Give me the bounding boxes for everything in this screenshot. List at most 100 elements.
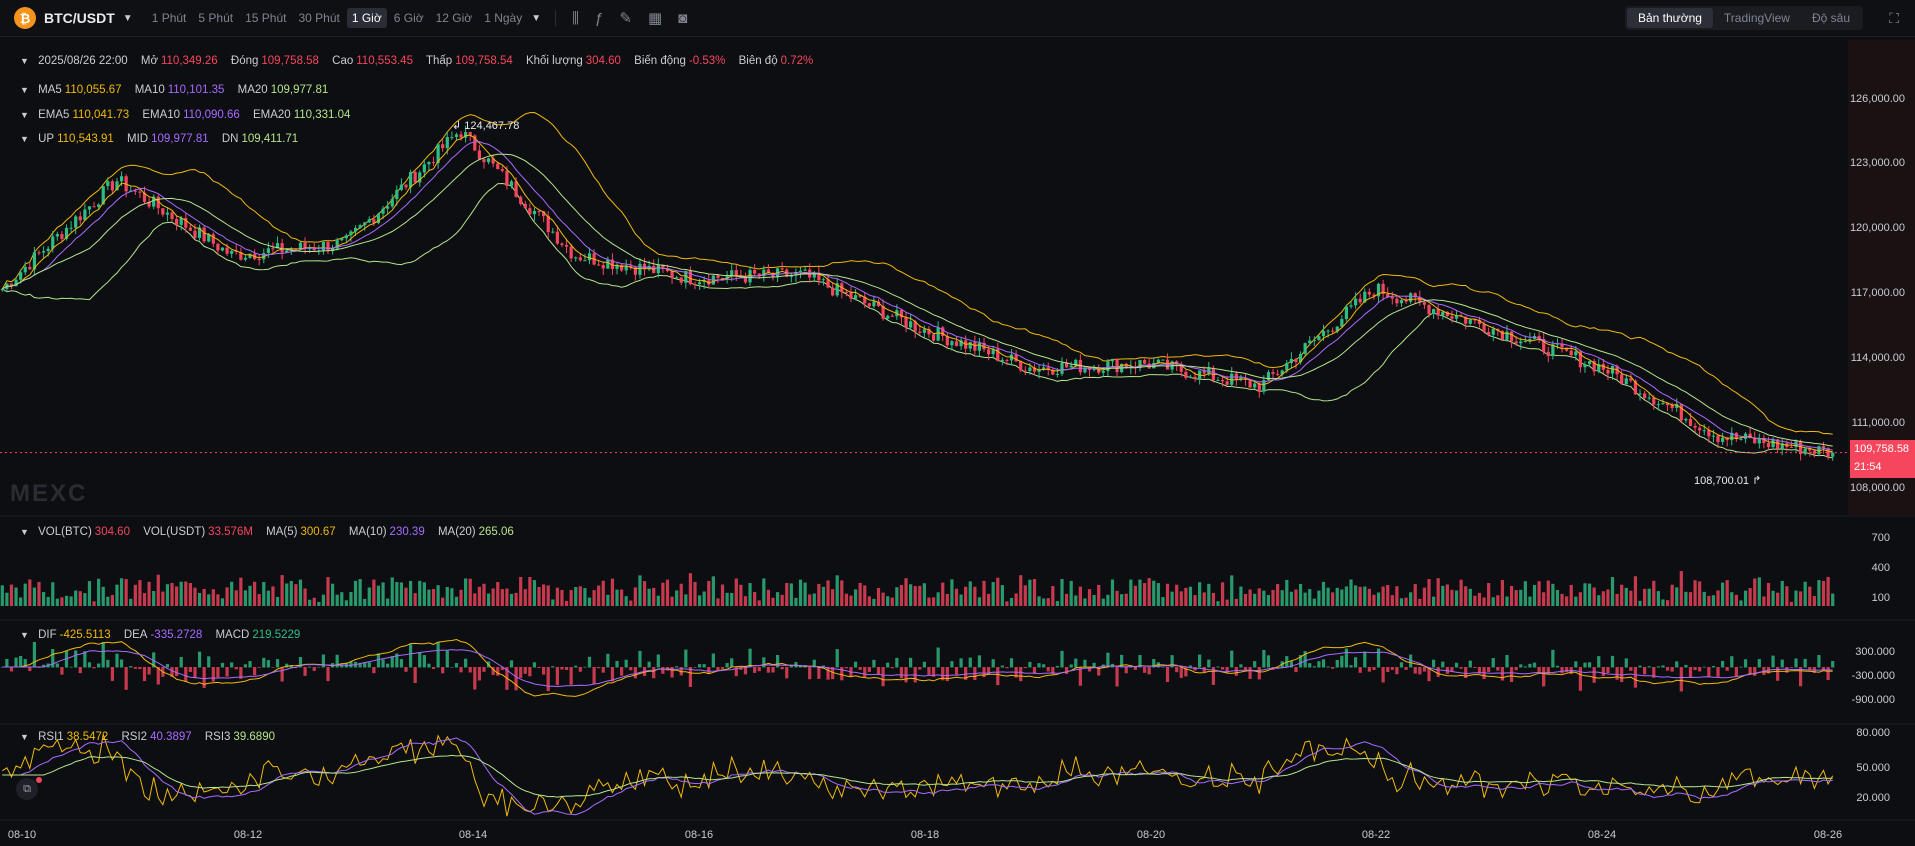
- macd-bar: [1354, 657, 1358, 668]
- candle-body: [1711, 435, 1716, 437]
- volume-bar: [670, 596, 674, 606]
- candle-body: [1487, 331, 1491, 335]
- volume-bar: [826, 580, 830, 606]
- amplitude-value: 0.72%: [780, 55, 814, 67]
- macd-bar: [753, 667, 757, 673]
- volume-bar: [1253, 593, 1257, 606]
- macd-bar: [74, 650, 78, 668]
- volume-bar: [1610, 577, 1615, 606]
- volume-bar: [1055, 601, 1060, 606]
- macd-bar: [991, 659, 995, 668]
- chevron-down-icon[interactable]: ▼: [20, 527, 29, 537]
- macd-bar: [1592, 667, 1596, 683]
- price-chart[interactable]: [0, 0, 1915, 846]
- volume-bar: [766, 589, 771, 606]
- macd-bar: [1422, 667, 1427, 672]
- macd-bar: [1023, 667, 1027, 669]
- volume-bar: [546, 585, 550, 606]
- volume-bar: [1276, 584, 1280, 606]
- volume-bar: [720, 584, 725, 606]
- volume-bar: [1074, 595, 1078, 606]
- macd-bar: [399, 659, 404, 668]
- volume-bar: [220, 598, 225, 606]
- chevron-down-icon[interactable]: ▼: [20, 732, 29, 742]
- candle-body: [1101, 371, 1105, 373]
- chevron-down-icon[interactable]: ▼: [20, 134, 29, 144]
- volume-bar: [1592, 587, 1596, 606]
- chevron-down-icon[interactable]: ▼: [20, 110, 29, 120]
- volume-bar: [684, 594, 688, 606]
- candle-body: [92, 206, 96, 208]
- candle-body: [69, 227, 73, 229]
- volume-bar: [835, 575, 839, 606]
- volume-bar: [477, 586, 481, 606]
- volume-bar: [762, 578, 766, 606]
- rsi-tick: 50.000: [1856, 762, 1890, 774]
- volume-bar: [1597, 595, 1601, 606]
- candle-body: [514, 181, 518, 197]
- candle-body: [1771, 439, 1775, 448]
- volume-bar: [1739, 600, 1743, 606]
- macd-bar: [308, 666, 312, 668]
- high-annotation-value: 124,467.78: [464, 120, 520, 132]
- volume-bar: [1698, 581, 1702, 606]
- macd-bar: [890, 667, 894, 669]
- macd-bar: [977, 655, 982, 668]
- macd-bar: [771, 667, 775, 673]
- macd-bar: [858, 667, 862, 670]
- volume-bar: [913, 586, 917, 606]
- order-panel-icon[interactable]: ⧉: [16, 778, 38, 800]
- macd-bar: [1386, 667, 1390, 673]
- chevron-down-icon[interactable]: ▼: [20, 85, 29, 95]
- macd-bar: [1753, 667, 1757, 676]
- volume-bar: [326, 577, 330, 606]
- volume-bar: [615, 589, 619, 606]
- volume-bar: [60, 597, 64, 606]
- macd-bar: [1578, 667, 1582, 691]
- candle-body: [454, 134, 459, 138]
- candle-body: [638, 263, 642, 275]
- volume-bar: [1216, 601, 1220, 606]
- candle-body: [399, 184, 404, 190]
- macd-bar: [546, 667, 550, 692]
- volume-bar: [1702, 591, 1706, 606]
- macd-bar: [60, 667, 64, 675]
- volume-bar: [831, 589, 835, 606]
- candle-body: [597, 264, 601, 266]
- date-tick: 08-14: [458, 829, 488, 841]
- volume-bar: [711, 576, 715, 606]
- candle-body: [344, 235, 348, 239]
- volume-bar: [330, 583, 335, 606]
- volume-bar: [1083, 598, 1087, 606]
- macd-bar: [1454, 662, 1459, 668]
- chevron-down-icon[interactable]: ▼: [20, 630, 29, 640]
- volume-bar: [1569, 584, 1573, 606]
- volume-bar: [1014, 593, 1018, 606]
- volume-bar: [620, 589, 624, 606]
- macd-bar: [220, 662, 225, 668]
- volume-bar: [1624, 587, 1628, 606]
- macd-bar: [1693, 667, 1697, 671]
- macd-bar: [1042, 664, 1046, 668]
- macd-bar: [1574, 661, 1578, 668]
- ma5-line: [2, 134, 1833, 453]
- macd-bar: [1679, 667, 1683, 692]
- macd-bar: [532, 662, 537, 668]
- price-tick: 108,000.00: [1849, 482, 1905, 494]
- volume-bar: [294, 584, 298, 606]
- date-tick: 08-24: [1587, 829, 1617, 841]
- volume-bar: [317, 601, 321, 606]
- macd-bar: [514, 667, 518, 691]
- volume-bar: [1670, 584, 1674, 606]
- macd-bar: [1487, 667, 1491, 672]
- candle-body: [1005, 359, 1009, 361]
- volume-bar: [899, 584, 904, 606]
- volume-bar: [459, 589, 463, 606]
- volume-bar: [262, 582, 266, 606]
- macd-bar: [922, 661, 926, 668]
- volume-bar: [1583, 583, 1587, 606]
- macd-bar: [583, 666, 587, 668]
- volume-bar: [1271, 590, 1275, 606]
- chevron-down-icon[interactable]: ▼: [20, 56, 29, 66]
- boll-up-label: UP: [38, 133, 55, 145]
